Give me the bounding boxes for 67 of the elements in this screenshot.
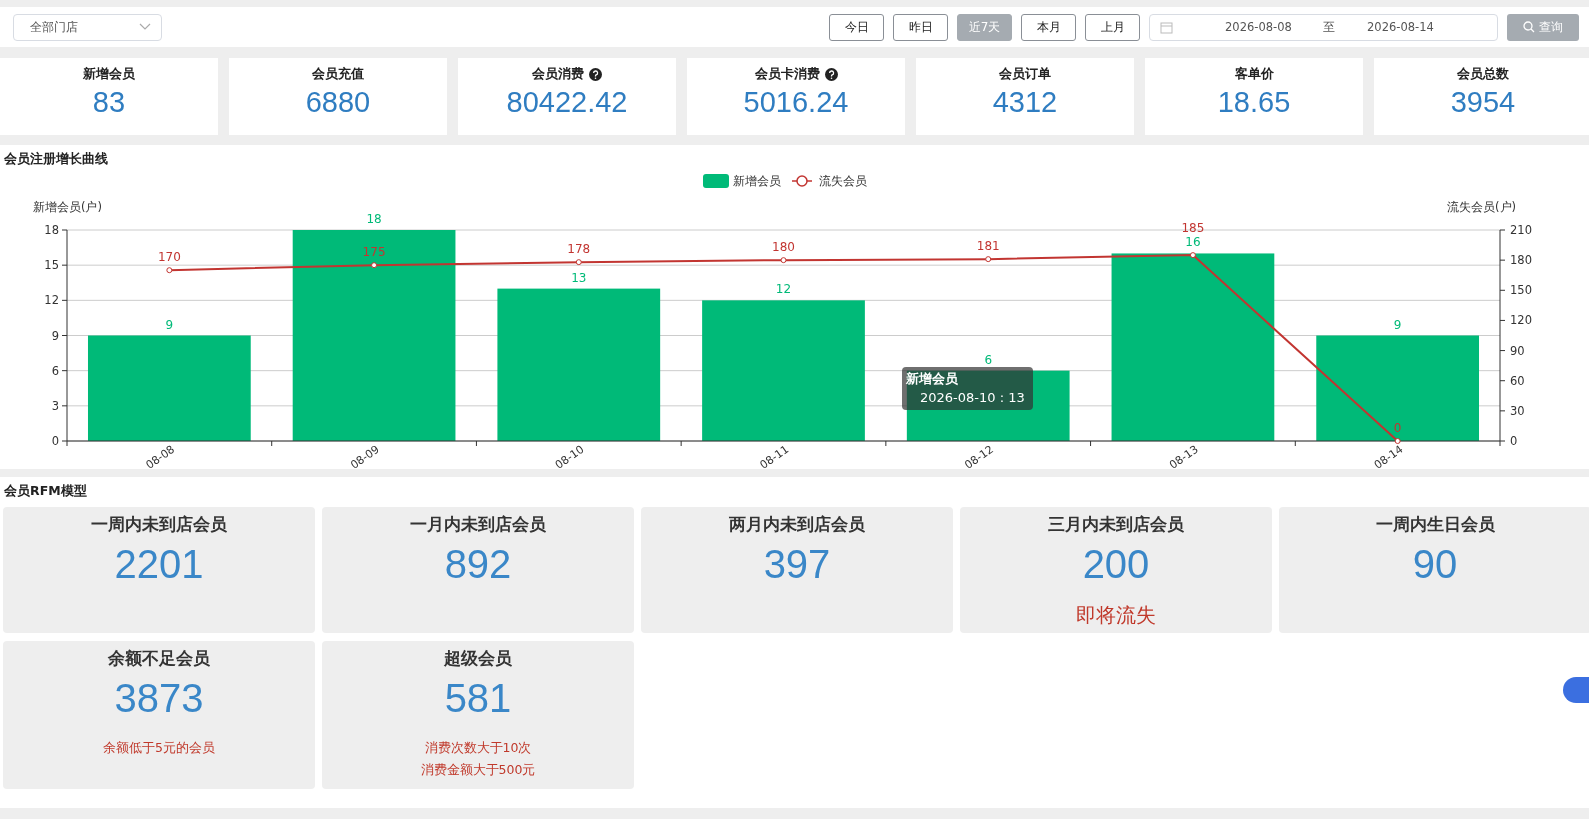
tick-label: 6 xyxy=(51,363,59,378)
tick-label: 0 xyxy=(51,434,59,448)
tick-label: 90 xyxy=(1510,343,1525,358)
value-label: 175 xyxy=(362,245,386,260)
tick-label: 210 xyxy=(1510,223,1532,237)
value-label: 185 xyxy=(1181,221,1205,236)
kpi-value: 80422.42 xyxy=(506,86,628,119)
kpi-value: 4312 xyxy=(992,86,1058,119)
value-label: 170 xyxy=(157,250,181,265)
tick-label: 150 xyxy=(1510,283,1532,298)
tooltip-title: 新增会员 xyxy=(906,371,959,388)
card-value: 3873 xyxy=(114,676,204,721)
value-label: 181 xyxy=(976,239,1000,254)
tick-label: 60 xyxy=(1510,373,1525,388)
card-value: 90 xyxy=(1412,542,1458,587)
axis-title: 流失会员(户) xyxy=(1447,200,1516,214)
card-value: 892 xyxy=(444,542,512,587)
card-value: 581 xyxy=(444,676,512,721)
card-note: 即将流失 xyxy=(1076,603,1156,627)
card-note: 余额低于5元的会员 xyxy=(103,739,215,757)
value-label: 9 xyxy=(165,317,174,332)
kpi-label: 会员订单 xyxy=(999,65,1051,83)
tick-label: 18 xyxy=(44,223,59,237)
card-note: 消费金额大于500元 xyxy=(420,760,536,778)
kpi-label: 会员卡消费 xyxy=(754,65,820,83)
value-label: 13 xyxy=(571,270,587,285)
tick-label: 30 xyxy=(1510,403,1525,418)
tick-label: 180 xyxy=(1510,253,1532,268)
kpi-value: 5016.24 xyxy=(743,86,849,119)
value-label: 9 xyxy=(1393,317,1402,332)
tick-label: 12 xyxy=(44,293,59,308)
card-label: 一月内未到店会员 xyxy=(410,513,546,536)
value-label: 178 xyxy=(567,242,591,257)
kpi-value: 83 xyxy=(92,86,126,119)
tick-label: 0 xyxy=(1510,434,1518,448)
kpi-value: 6880 xyxy=(305,86,371,119)
card-value: 397 xyxy=(763,542,831,587)
card-value: 200 xyxy=(1082,542,1150,587)
kpi-label: 会员充值 xyxy=(312,65,364,83)
value-label: 16 xyxy=(1185,235,1201,250)
card-note: 消费次数大于10次 xyxy=(424,739,532,757)
card-label: 两月内未到店会员 xyxy=(729,513,865,536)
value-label: 6 xyxy=(984,352,993,367)
kpi-value: 3954 xyxy=(1450,86,1516,119)
card-value: 2201 xyxy=(114,542,204,587)
kpi-label: 新增会员 xyxy=(83,65,135,83)
kpi-label: 会员消费 xyxy=(532,65,584,83)
card-label: 一周内生日会员 xyxy=(1375,513,1495,536)
value-label: 12 xyxy=(775,282,792,297)
tick-label: 3 xyxy=(51,398,59,413)
tick-label: 15 xyxy=(44,258,59,273)
section-title: 会员注册增长曲线 xyxy=(3,150,109,168)
tick-label: 120 xyxy=(1510,313,1532,328)
tick-label: 9 xyxy=(51,328,59,343)
section-title: 会员RFM模型 xyxy=(3,482,88,500)
kpi-label: 会员总数 xyxy=(1457,65,1509,83)
axis-title: 新增会员(户) xyxy=(33,200,102,214)
card-label: 三月内未到店会员 xyxy=(1048,513,1184,536)
value-label: 180 xyxy=(772,240,795,255)
card-label: 余额不足会员 xyxy=(108,647,210,670)
tooltip-value: 2026-08-10 : 13 xyxy=(919,390,1025,405)
value-label: 18 xyxy=(366,212,382,226)
kpi-label: 客单价 xyxy=(1234,65,1274,83)
kpi-value: 18.65 xyxy=(1217,86,1291,119)
card-label: 一周内未到店会员 xyxy=(91,513,227,536)
card-label: 超级会员 xyxy=(444,647,512,670)
value-label: 0 xyxy=(1393,421,1402,435)
